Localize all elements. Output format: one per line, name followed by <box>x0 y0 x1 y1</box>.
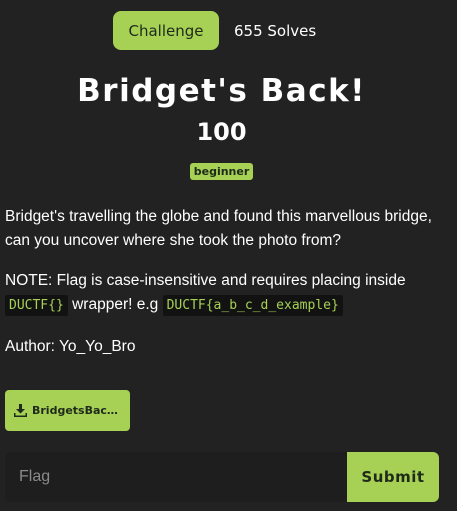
note-code-wrapper: DUCTF{} <box>5 295 68 316</box>
note-text: NOTE: Flag is case-insensitive and requi… <box>5 269 450 318</box>
description-text: Bridget's travelling the globe and found… <box>5 208 432 249</box>
challenge-description: Bridget's travelling the globe and found… <box>5 205 450 359</box>
tag-container: beginner <box>0 162 443 180</box>
tag-badge: beginner <box>189 163 254 180</box>
flag-form: Submit <box>5 452 439 502</box>
challenge-points: 100 <box>196 118 247 146</box>
tab-challenge[interactable]: Challenge <box>113 11 219 50</box>
challenge-tabs: Challenge 655 Solves <box>113 11 316 50</box>
file-download-button[interactable]: BridgetsBac… <box>5 390 130 431</box>
note-code-example: DUCTF{a_b_c_d_example} <box>162 295 343 316</box>
download-icon <box>14 404 27 417</box>
submit-button[interactable]: Submit <box>347 452 439 502</box>
note-prefix: NOTE: Flag is case-insensitive and requi… <box>5 272 406 289</box>
challenge-title: Bridget's Back! <box>77 73 366 109</box>
note-middle: wrapper! e.g <box>72 296 159 313</box>
tab-solves[interactable]: 655 Solves <box>234 22 316 40</box>
flag-input[interactable] <box>5 452 347 502</box>
file-name: BridgetsBac… <box>32 404 118 417</box>
author-text: Author: Yo_Yo_Bro <box>5 338 136 355</box>
